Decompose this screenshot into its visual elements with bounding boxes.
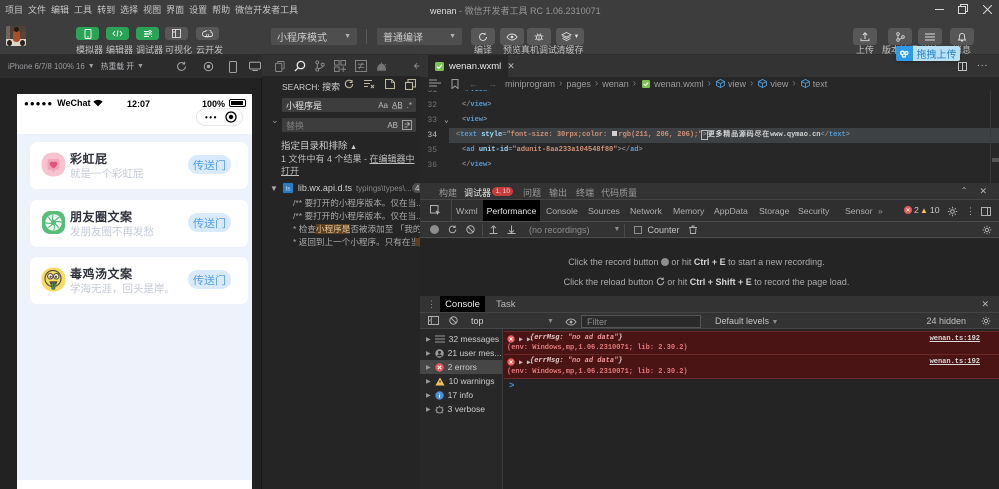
svg-text:ts: ts	[286, 187, 291, 193]
